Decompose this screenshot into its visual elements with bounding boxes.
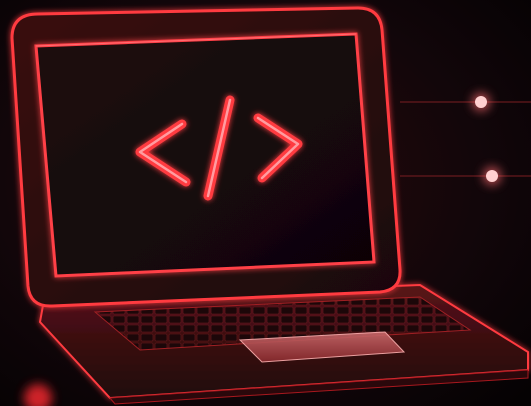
connector-dot-icon — [475, 96, 487, 108]
connector-dot-icon — [486, 170, 498, 182]
laptop-lid — [10, 6, 402, 308]
laptop-illustration — [0, 0, 531, 406]
screen — [34, 32, 376, 278]
